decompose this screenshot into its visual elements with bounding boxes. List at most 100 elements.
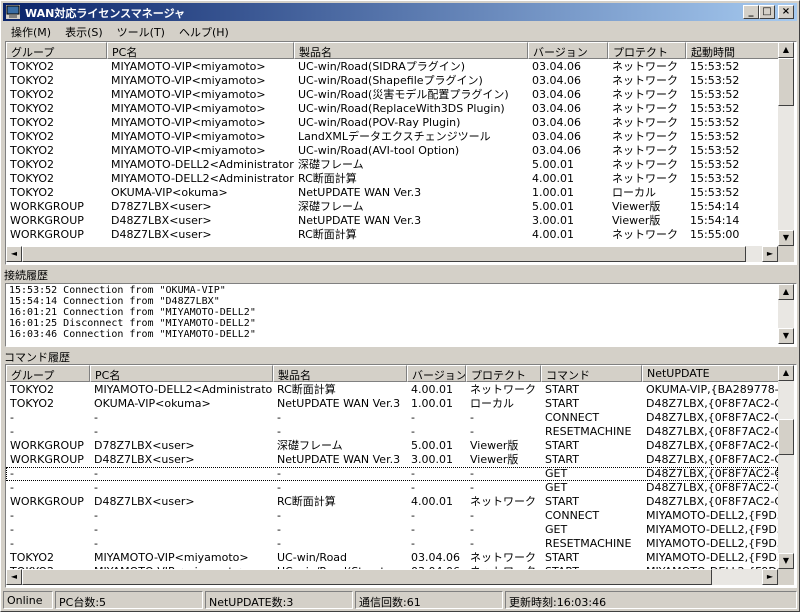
license-row[interactable]: TOKYO2 OKUMA-VIP<okuma> NetUPDATE WAN Ver.… [6,186,778,200]
maximize-button[interactable]: □ [759,5,775,19]
arrow-up-icon[interactable]: ▲ [778,365,794,381]
command-row[interactable]: - - - - - CONNECT MIYAMOTO-DELL2,{F9D360 [6,509,784,523]
license-cell: MIYAMOTO-VIP<miyamoto> [111,116,266,129]
command-cell: - [10,411,14,424]
connection-vscrollbar[interactable]: ▲ ▼ [778,284,794,344]
arrow-down-icon[interactable]: ▼ [778,328,794,344]
menu-help[interactable]: ヘルプ(H) [171,22,235,40]
command-row[interactable]: - - - - - RESETMACHINE D48Z7LBX,{0F8F7AC2-C6CA [6,425,784,439]
command-cell: RC断面計算 [277,495,336,508]
command-row[interactable]: TOKYO2 OKUMA-VIP<okuma> NetUPDATE WAN Ver.… [6,397,784,411]
license-row[interactable]: WORKGROUP D48Z7LBX<user> NetUPDATE WAN Ver… [6,214,778,228]
license-cell: MIYAMOTO-VIP<miyamoto> [111,88,266,101]
license-row[interactable]: TOKYO2 MIYAMOTO-VIP<miyamoto> LandXMLデータエク… [6,130,778,144]
license-row[interactable]: TOKYO2 MIYAMOTO-VIP<miyamoto> UC-win/Road(… [6,116,778,130]
command-vscroll-thumb[interactable] [778,419,794,455]
command-row[interactable]: - - - - - RESETMACHINE MIYAMOTO-DELL2,{F9D360 [6,537,784,551]
menu-bar: 操作(M) 表示(S) ツール(T) ヘルプ(H) [3,22,797,40]
license-cell: 15:53:52 [690,74,740,87]
license-cell: 15:53:52 [690,130,740,143]
license-col-header[interactable]: バージョン [528,42,608,59]
command-cell: MIYAMOTO-DELL2,{F9D360 [646,509,784,522]
license-col-header[interactable]: 製品名 [294,42,528,59]
minimize-button[interactable]: _ [743,5,759,19]
command-cell: RESETMACHINE [545,537,632,550]
command-cell: - [277,509,281,522]
license-cell: MIYAMOTO-DELL2<Administrator> [111,158,294,171]
command-row[interactable]: - - - - - GET D48Z7LBX,{0F8F7AC2-C6CA [6,467,784,481]
command-cell: GET [545,467,568,480]
license-row[interactable]: TOKYO2 MIYAMOTO-VIP<miyamoto> UC-win/Road(… [6,144,778,158]
license-row[interactable]: TOKYO2 MIYAMOTO-VIP<miyamoto> UC-win/Road(… [6,102,778,116]
command-cell: - [277,481,281,494]
command-row[interactable]: WORKGROUP D78Z7LBX<user> 深礎フレーム 5.00.01 View… [6,439,784,453]
license-row[interactable]: WORKGROUP D48Z7LBX<user> RC断面計算 4.00.01 ネットワ… [6,228,778,242]
license-list[interactable]: グループ PC名 製品名 バージョン プロテクト 起動時間 TOKYO2 MIYAMOTO-… [5,41,797,265]
arrow-up-icon[interactable]: ▲ [778,284,794,300]
arrow-up-icon[interactable]: ▲ [778,42,794,58]
command-cell: - [470,509,474,522]
license-cell: NetUPDATE WAN Ver.3 [298,214,422,227]
license-cell: 15:53:52 [690,144,740,157]
command-cell: Viewer版 [470,453,519,466]
license-row[interactable]: TOKYO2 MIYAMOTO-VIP<miyamoto> UC-win/Road(… [6,88,778,102]
license-row[interactable]: TOKYO2 MIYAMOTO-DELL2<Administrator> 深礎フレー… [6,158,778,172]
title-bar[interactable]: WAN対応ライセンスマネージャ _ □ × [3,3,797,21]
command-cell: NetUPDATE WAN Ver.3 [277,397,401,410]
arrow-right-icon[interactable]: ► [762,569,778,585]
arrow-right-icon[interactable]: ► [762,246,778,262]
license-cell: D48Z7LBX<user> [111,214,212,227]
command-row[interactable]: WORKGROUP D48Z7LBX<user> RC断面計算 4.00.01 ネットワ… [6,495,784,509]
command-row[interactable]: WORKGROUP D48Z7LBX<user> NetUPDATE WAN Ver… [6,453,784,467]
command-row[interactable]: TOKYO2 MIYAMOTO-VIP<miyamoto> UC-win/Road 0… [6,551,784,565]
license-row[interactable]: TOKYO2 MIYAMOTO-DELL2<Administrator> RC断面計… [6,172,778,186]
command-cell: MIYAMOTO-DELL2,{F9D360 [646,537,784,550]
command-row[interactable]: - - - - - CONNECT D48Z7LBX,{0F8F7AC2-C6CA [6,411,784,425]
command-col-header[interactable]: グループ [6,365,90,382]
command-cell: - [94,523,98,536]
arrow-down-icon[interactable]: ▼ [778,230,794,246]
license-cell: MIYAMOTO-VIP<miyamoto> [111,60,266,73]
command-cell: - [411,467,415,480]
menu-view[interactable]: 表示(S) [57,22,109,40]
command-history-list[interactable]: グループ PC名 製品名 バージョン プロテクト コマンド NetUPDATE TOKYO2… [5,364,797,588]
connection-log-line: 15:53:52 Connection from "OKUMA-VIP" [9,285,226,296]
command-cell: - [94,411,98,424]
command-row[interactable]: TOKYO2 MIYAMOTO-DELL2<Administrator> RC断面計… [6,383,784,397]
command-col-header[interactable]: NetUPDATE [642,365,784,382]
license-cell: 15:53:52 [690,116,740,129]
command-col-header[interactable]: コマンド [541,365,642,382]
arrow-left-icon[interactable]: ◄ [6,569,22,585]
license-vscrollbar[interactable]: ▲ ▼ [778,42,794,246]
command-cell: - [10,425,14,438]
license-row[interactable]: WORKGROUP D78Z7LBX<user> 深礎フレーム 5.00.01 View… [6,200,778,214]
license-hscroll-thumb[interactable] [22,246,746,262]
command-vscrollbar[interactable]: ▲ ▼ [778,365,794,569]
license-row[interactable]: TOKYO2 MIYAMOTO-VIP<miyamoto> UC-win/Road(… [6,60,778,74]
command-col-header[interactable]: バージョン [407,365,466,382]
license-cell: UC-win/Road(災害モデル配置プラグイン) [298,88,509,101]
license-hscrollbar[interactable]: ◄ ► [6,246,778,262]
menu-operation[interactable]: 操作(M) [3,22,57,40]
license-col-header[interactable]: 起動時間 [686,42,786,59]
license-row[interactable]: TOKYO2 MIYAMOTO-VIP<miyamoto> UC-win/Road(… [6,74,778,88]
arrow-left-icon[interactable]: ◄ [6,246,22,262]
license-cell: ネットワーク [612,172,678,185]
arrow-down-icon[interactable]: ▼ [778,553,794,569]
license-cell: ネットワーク [612,116,678,129]
license-cell: ネットワーク [612,88,678,101]
license-col-header[interactable]: PC名 [107,42,294,59]
connection-history-log[interactable]: 15:53:52 Connection from "OKUMA-VIP" 15:5… [5,283,797,347]
command-col-header[interactable]: 製品名 [273,365,407,382]
license-col-header[interactable]: グループ [6,42,107,59]
command-hscroll-thumb[interactable] [22,569,712,585]
license-vscroll-thumb[interactable] [778,58,794,106]
menu-tools[interactable]: ツール(T) [109,22,171,40]
command-col-header[interactable]: PC名 [90,365,273,382]
close-button[interactable]: × [778,5,794,19]
license-col-header[interactable]: プロテクト [608,42,686,59]
command-row[interactable]: - - - - - GET D48Z7LBX,{0F8F7AC2-C6CA [6,481,784,495]
command-row[interactable]: - - - - - GET MIYAMOTO-DELL2,{F9D360 [6,523,784,537]
command-hscrollbar[interactable]: ◄ ► [6,569,778,585]
command-col-header[interactable]: プロテクト [466,365,541,382]
